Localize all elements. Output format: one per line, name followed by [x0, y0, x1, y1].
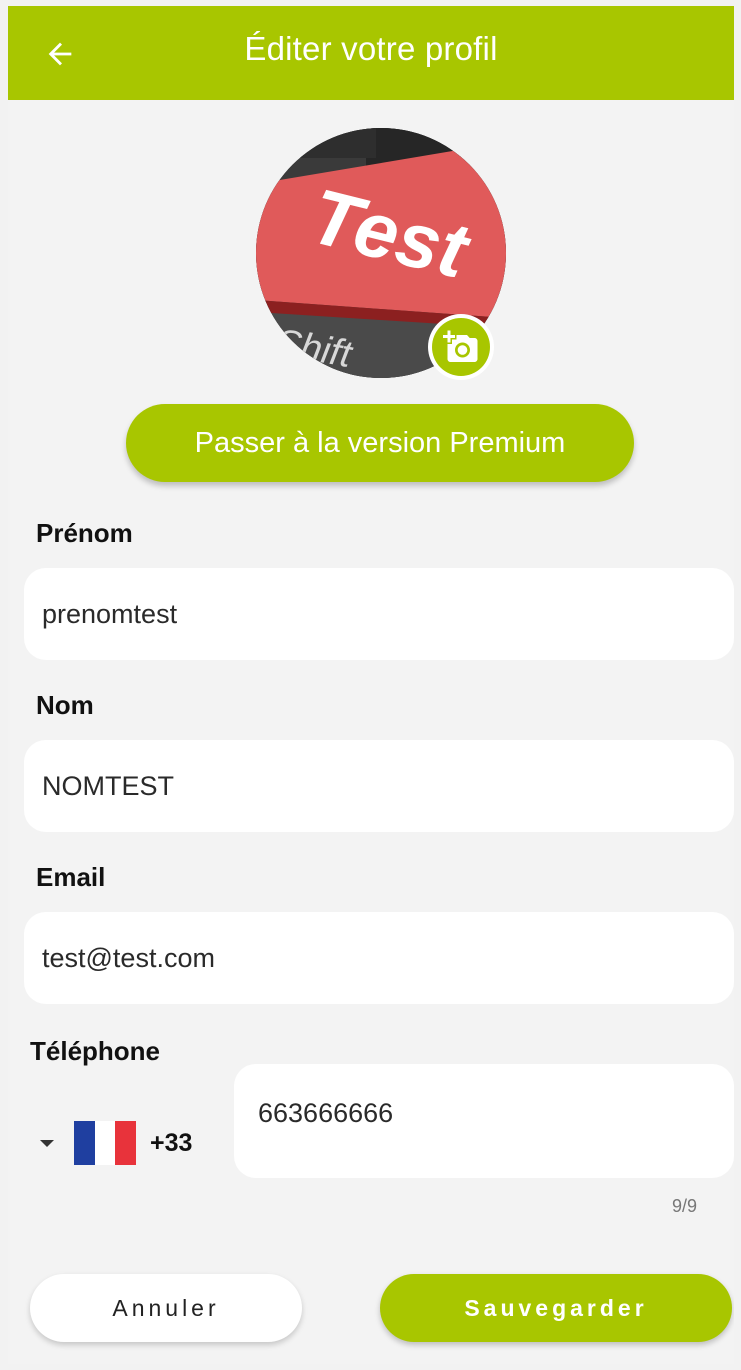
- country-dial-code: +33: [150, 1128, 193, 1157]
- first-name-field[interactable]: prenomtest: [24, 568, 734, 660]
- page-title: Éditer votre profil: [244, 30, 498, 67]
- last-name-label: Nom: [36, 690, 94, 720]
- phone-number-value: 663666666: [258, 1098, 394, 1128]
- last-name-field[interactable]: NOMTEST: [24, 740, 734, 832]
- email-field[interactable]: test@test.com: [24, 912, 734, 1004]
- caret-down-icon: [40, 1139, 54, 1147]
- edit-profile-screen: Éditer votre profil Test Shift Passer à: [8, 6, 734, 1364]
- save-button[interactable]: Sauvegarder: [380, 1274, 732, 1342]
- app-bar: Éditer votre profil: [8, 6, 734, 100]
- phone-number-field[interactable]: 663666666: [234, 1064, 734, 1178]
- change-photo-button[interactable]: [428, 314, 494, 380]
- first-name-label: Prénom: [36, 518, 133, 548]
- add-photo-icon: [443, 330, 478, 362]
- email-value: test@test.com: [42, 942, 215, 973]
- email-label: Email: [36, 862, 106, 892]
- country-code-picker[interactable]: +33: [40, 1118, 192, 1168]
- first-name-value: prenomtest: [42, 598, 178, 629]
- france-flag-icon: [74, 1121, 137, 1165]
- phone-label: Téléphone: [30, 1036, 161, 1066]
- phone-char-counter: 9/9: [672, 1196, 698, 1216]
- upgrade-premium-button[interactable]: Passer à la version Premium: [126, 404, 634, 482]
- avatar-container: Test Shift: [256, 128, 506, 380]
- cancel-button[interactable]: Annuler: [30, 1274, 302, 1342]
- last-name-value: NOMTEST: [42, 770, 174, 801]
